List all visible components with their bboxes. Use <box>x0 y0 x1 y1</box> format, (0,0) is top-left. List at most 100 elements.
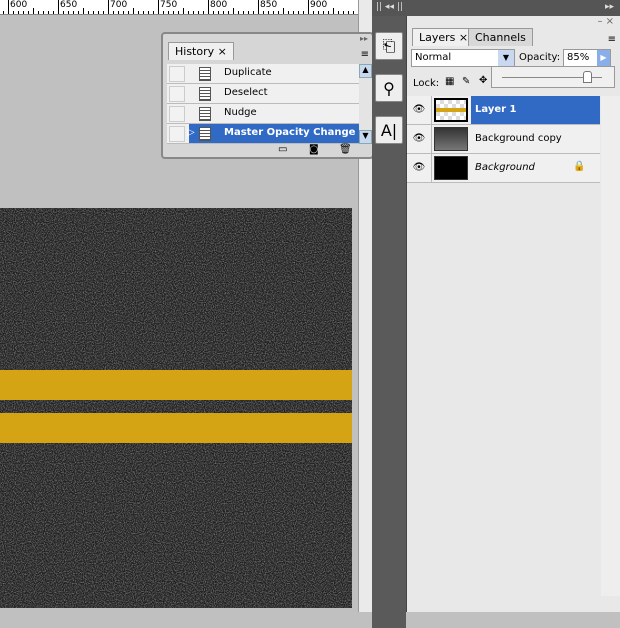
blend-mode-select[interactable]: Normal ▼ <box>411 49 515 67</box>
ruler-tick <box>3 11 4 14</box>
history-panel-icon[interactable]: ⎗ <box>375 32 403 60</box>
history-scrollbar[interactable]: ▲ ▼ <box>359 64 372 144</box>
layer-item[interactable]: 👁 Background copy <box>407 125 600 154</box>
ruler-tick <box>118 11 119 14</box>
expand-icon[interactable]: ▸▸ <box>360 34 368 43</box>
opacity-slider-popup <box>491 66 615 88</box>
snapshot-source-box[interactable] <box>169 106 185 122</box>
lock-image-icon[interactable]: ✎ <box>462 76 470 87</box>
ruler-tick <box>188 11 189 14</box>
snapshot-source-box[interactable] <box>169 66 185 82</box>
ruler-tick <box>18 11 19 14</box>
ruler-tick <box>143 11 144 14</box>
ruler-label: 750 <box>160 0 178 10</box>
ruler-tick <box>103 11 104 14</box>
history-step-icon <box>199 67 211 81</box>
ruler-tick <box>183 8 184 14</box>
ruler-tick <box>273 11 274 14</box>
lock-label: Lock: <box>413 78 440 89</box>
ruler-tick <box>133 8 134 14</box>
panel-menu-icon[interactable]: ≡ <box>361 49 369 60</box>
panel-menu-icon[interactable]: ≡ <box>608 34 616 45</box>
ruler-tick <box>253 11 254 14</box>
ruler-tick <box>48 11 49 14</box>
slider-toggle-icon[interactable]: ▶ <box>597 50 610 66</box>
ruler-tick <box>338 11 339 14</box>
close-icon[interactable]: × <box>218 45 227 58</box>
ruler-tick <box>173 11 174 14</box>
opacity-input[interactable]: 85% ▶ <box>563 49 611 67</box>
layer-thumbnail <box>434 156 468 180</box>
asphalt-texture <box>0 208 352 608</box>
history-item[interactable]: ▷ Master Opacity Change <box>167 124 361 144</box>
history-panel: ▸▸ History × ≡ Duplicate Deselect Nudge ▷ Ma… <box>161 32 374 159</box>
ruler-label: 800 <box>210 0 228 10</box>
tab-channels[interactable]: Channels <box>468 28 533 46</box>
minimize-close-icon[interactable]: – × <box>597 16 614 27</box>
ruler-tick <box>243 11 244 14</box>
new-document-icon[interactable]: ▭ <box>278 144 287 155</box>
eye-icon[interactable]: 👁 <box>411 131 427 147</box>
lock-transparent-icon[interactable]: ▦ <box>445 76 454 87</box>
tab-label: History <box>175 45 215 58</box>
ruler-tick <box>343 11 344 14</box>
ruler-tick <box>303 11 304 14</box>
layer-item[interactable]: 👁 Background 🔒 <box>407 154 600 183</box>
yellow-stripe <box>0 370 352 400</box>
eye-icon[interactable]: 👁 <box>411 102 427 118</box>
ruler-tick <box>58 0 59 14</box>
ruler-tick <box>353 11 354 14</box>
snapshot-source-box[interactable] <box>169 126 185 142</box>
tab-history[interactable]: History × <box>168 42 234 60</box>
snapshot-camera-icon[interactable]: ◙ <box>309 144 319 155</box>
ruler-tick <box>268 11 269 14</box>
ruler-tick <box>23 11 24 14</box>
ruler-tick <box>283 8 284 14</box>
opacity-value: 85% <box>567 52 590 63</box>
ruler-tick <box>78 11 79 14</box>
ruler-tick <box>318 11 319 14</box>
lock-icon: 🔒 <box>573 161 586 172</box>
snapshot-source-box[interactable] <box>169 86 185 102</box>
tool-presets-icon[interactable]: ⚲ <box>375 74 403 102</box>
history-item[interactable]: Duplicate <box>167 64 361 84</box>
ruler-tick <box>43 11 44 14</box>
ruler-tick <box>53 11 54 14</box>
trash-icon[interactable]: 🗑 <box>339 144 352 155</box>
eye-icon[interactable]: 👁 <box>411 160 427 176</box>
character-panel-icon[interactable]: A| <box>375 116 403 144</box>
history-item-label: Nudge <box>224 107 257 118</box>
ruler-tick <box>73 11 74 14</box>
layers-scrollbar[interactable] <box>601 96 620 596</box>
ruler-tick <box>38 11 39 14</box>
layer-item[interactable]: 👁 Layer 1 <box>407 96 600 125</box>
ruler-tick <box>148 11 149 14</box>
history-item[interactable]: Nudge <box>167 104 361 124</box>
ruler-label: 850 <box>260 0 278 10</box>
ruler-tick <box>93 11 94 14</box>
history-item[interactable]: Deselect <box>167 84 361 104</box>
ruler-tick <box>63 11 64 14</box>
ruler-tick <box>228 11 229 14</box>
ruler-tick <box>8 0 9 14</box>
layer-name: Layer 1 <box>475 104 517 115</box>
ruler-tick <box>308 0 309 14</box>
history-step-icon <box>199 87 211 101</box>
layer-name: Background <box>475 162 535 173</box>
tab-layers[interactable]: Layers × <box>412 28 476 46</box>
ruler-tick <box>223 11 224 14</box>
ruler-tick <box>323 11 324 14</box>
ruler-tick <box>88 11 89 14</box>
opacity-slider-handle[interactable] <box>583 71 592 83</box>
ruler-tick <box>298 11 299 14</box>
ruler-label: 700 <box>110 0 128 10</box>
ruler-tick <box>248 11 249 14</box>
layer-thumbnail <box>434 98 468 122</box>
ruler-tick <box>348 11 349 14</box>
ruler-tick <box>158 0 159 14</box>
blend-mode-value: Normal <box>415 52 452 63</box>
ruler-tick <box>13 11 14 14</box>
ruler-tick <box>258 0 259 14</box>
lock-position-icon[interactable]: ✥ <box>479 75 487 86</box>
ruler-tick <box>168 11 169 14</box>
